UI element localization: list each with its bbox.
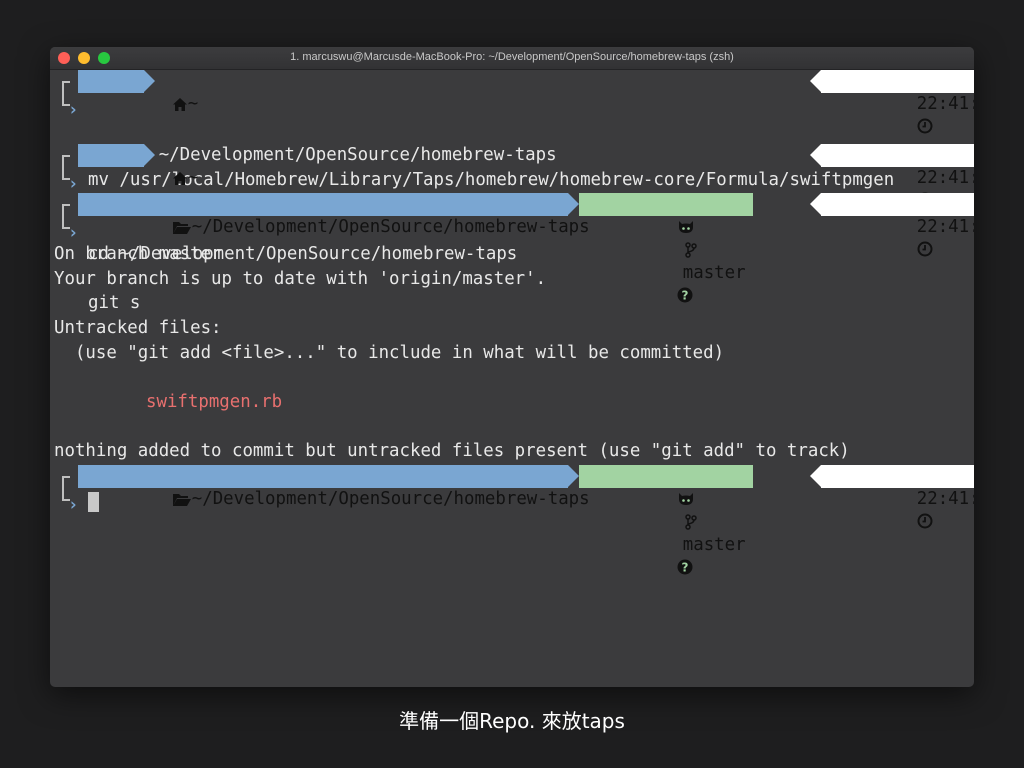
prompt-line: ~/Development/OpenSource/homebrew-taps m… (54, 464, 974, 575)
untracked-file: swiftpmgen.rb (146, 391, 283, 412)
output-line: Untracked files: (54, 317, 222, 338)
command-line[interactable]: › (54, 488, 970, 515)
git-branch-icon (685, 514, 697, 530)
output-line: Your branch is up to date with 'origin/m… (54, 268, 547, 289)
segment-arrow (144, 144, 155, 167)
slide-caption: 準備一個Repo. 來放taps (399, 709, 625, 733)
dir-segment: ~ (78, 70, 198, 114)
terminal-output[interactable]: ~ 22:41:15 › mv /usr/local/Homebrew/Libr… (54, 69, 974, 575)
segment-arrow (568, 193, 579, 216)
segment-arrow (568, 465, 579, 487)
terminal-window[interactable]: 1. marcuswu@Marcusde-MacBook-Pro: ~/Deve… (50, 47, 974, 687)
git-segment: master ? (579, 465, 753, 575)
time-segment: 22:41:44 (821, 193, 974, 257)
branch-label: master (682, 535, 746, 555)
command-line: › cd ~/Development/OpenSource/homebrew-t… (54, 167, 970, 264)
time-segment: 22:41:15 (821, 70, 974, 134)
prompt-chevron-icon: › (68, 494, 79, 515)
clock-icon (917, 513, 933, 529)
segment-arrow (810, 144, 821, 167)
svg-text:?: ? (681, 561, 688, 575)
segment-arrow (739, 465, 750, 487)
prompt-line: ~ 22:41:15 (54, 69, 974, 134)
dir-segment: ~ (78, 144, 198, 188)
command-line: › git s (54, 217, 970, 313)
segment-arrow (144, 70, 155, 92)
output-line: (use "git add <file>..." to include in w… (54, 342, 725, 363)
time-segment: 22:41:37 (821, 144, 974, 208)
output-line: On branch master (54, 243, 222, 264)
text-cursor (88, 491, 99, 512)
command-line: › mv /usr/local/Homebrew/Library/Taps/ho… (54, 93, 970, 190)
prompt-line: ~/Development/OpenSource/homebrew-taps m… (54, 192, 974, 303)
output-line: nothing added to commit but untracked fi… (54, 441, 850, 462)
segment-arrow (810, 70, 821, 92)
dir-segment: ~/Development/OpenSource/homebrew-taps (78, 465, 590, 509)
command-wrap-line: .rb ~/Development/OpenSource/homebrew-ta… (54, 118, 970, 165)
prompt-line: ~ 22:41:37 (54, 143, 974, 208)
time-segment: 22:41:46 (821, 465, 974, 529)
question-circle-icon: ? (677, 559, 693, 575)
git-segment: master ? (579, 193, 753, 303)
untracked-file-line: swiftpmgen.rb (54, 390, 970, 415)
segment-arrow (739, 193, 750, 216)
segment-arrow (810, 193, 821, 216)
dir-segment: ~/Development/OpenSource/homebrew-taps (78, 193, 590, 237)
segment-arrow (810, 465, 821, 487)
title-bar[interactable]: 1. marcuswu@Marcusde-MacBook-Pro: ~/Deve… (50, 47, 974, 70)
window-title: 1. marcuswu@Marcusde-MacBook-Pro: ~/Deve… (290, 51, 734, 63)
